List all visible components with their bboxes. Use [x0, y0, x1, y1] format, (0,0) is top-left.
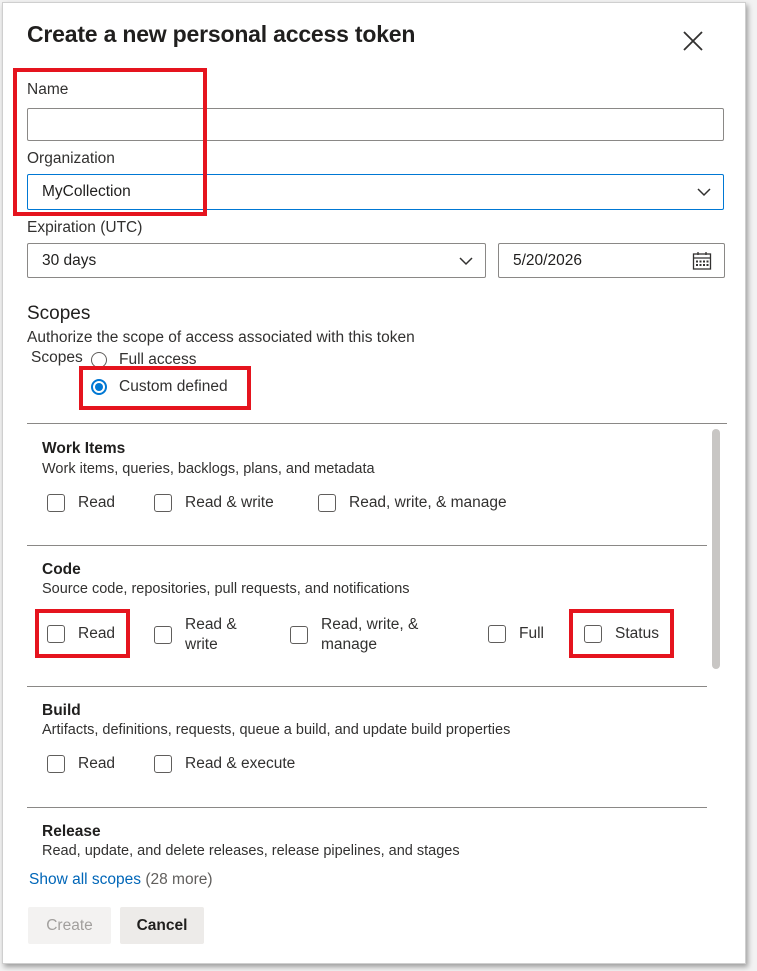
organization-value: MyCollection — [42, 183, 131, 200]
section-title: Work Items — [42, 440, 126, 457]
section-description: Source code, repositories, pull requests… — [42, 581, 410, 597]
checkbox-box[interactable] — [290, 626, 308, 644]
show-all-scopes[interactable]: Show all scopes (28 more) — [29, 871, 213, 889]
radio-full-access-button[interactable] — [91, 352, 107, 368]
checkbox-label-line: manage — [321, 636, 378, 653]
checkbox-label-line: Read & — [185, 616, 237, 633]
scopes-heading: Scopes — [27, 303, 91, 324]
scopes-list[interactable]: Work Items Work items, queries, backlogs… — [27, 423, 727, 858]
checkbox-box[interactable] — [154, 626, 172, 644]
checkbox-label: Read & write — [185, 494, 274, 511]
show-all-scopes-count: (28 more) — [145, 871, 213, 888]
checkbox-box[interactable] — [47, 755, 65, 773]
show-all-scopes-link[interactable]: Show all scopes — [29, 871, 141, 888]
section-description: Work items, queries, backlogs, plans, an… — [42, 461, 375, 477]
scrollbar-thumb[interactable] — [712, 429, 720, 669]
scope-section-code: Code Source code, repositories, pull req… — [27, 545, 707, 687]
checkbox-box[interactable] — [318, 494, 336, 512]
checkbox-label-line: write — [185, 636, 218, 653]
scope-section-release: Release Read, update, and delete release… — [27, 807, 707, 858]
checkbox-label: Read — [78, 494, 116, 511]
chevron-down-icon — [459, 256, 473, 265]
checkbox-box[interactable] — [47, 625, 65, 643]
expiration-value: 30 days — [42, 251, 97, 269]
checkbox-work-items-manage[interactable]: Read, write, & manage — [318, 494, 507, 512]
scope-section-work-items: Work Items Work items, queries, backlogs… — [27, 424, 707, 546]
checkbox-build-read[interactable]: Read — [47, 755, 115, 773]
scope-section-build: Build Artifacts, definitions, requests, … — [27, 686, 707, 808]
section-title: Build — [42, 702, 81, 719]
checkbox-box[interactable] — [47, 494, 65, 512]
expiration-label: Expiration (UTC) — [27, 219, 143, 236]
dialog-title: Create a new personal access token — [27, 21, 416, 47]
expiration-dropdown[interactable]: 30 days — [27, 243, 486, 278]
checkbox-box[interactable] — [584, 625, 602, 643]
checkbox-code-manage[interactable]: Read, write, & manage — [290, 615, 418, 655]
checkbox-label: Read — [78, 625, 116, 642]
checkbox-box[interactable] — [488, 625, 506, 643]
calendar-icon[interactable] — [692, 251, 712, 271]
checkbox-label: Read & write — [185, 615, 237, 655]
checkbox-label: Read & execute — [185, 755, 296, 772]
checkbox-work-items-read-write[interactable]: Read & write — [154, 494, 274, 512]
checkbox-label: Read, write, & manage — [321, 615, 418, 655]
organization-dropdown[interactable]: MyCollection — [27, 174, 724, 210]
checkbox-label: Read — [78, 755, 116, 772]
section-description: Artifacts, definitions, requests, queue … — [42, 722, 511, 738]
organization-label: Organization — [27, 150, 115, 167]
cancel-button[interactable]: Cancel — [120, 907, 204, 944]
expiration-date-value: 5/20/2026 — [513, 251, 582, 269]
section-description: Read, update, and delete releases, relea… — [42, 843, 460, 858]
scopes-description: Authorize the scope of access associated… — [27, 329, 415, 346]
checkbox-work-items-read[interactable]: Read — [47, 494, 115, 512]
radio-custom-defined-label: Custom defined — [119, 378, 228, 395]
checkbox-code-status[interactable]: Status — [584, 625, 659, 643]
checkbox-box[interactable] — [154, 494, 172, 512]
create-token-dialog: Create a new personal access token Name … — [2, 2, 746, 964]
checkbox-code-full[interactable]: Full — [488, 625, 544, 643]
scopes-radio-label: Scopes — [31, 349, 83, 366]
checkbox-label: Read, write, & manage — [349, 494, 507, 511]
section-title: Code — [42, 561, 81, 578]
section-title: Release — [42, 823, 101, 840]
checkbox-code-read[interactable]: Read — [47, 625, 115, 643]
radio-full-access-label: Full access — [119, 351, 197, 368]
chevron-down-icon — [697, 188, 711, 197]
radio-custom-defined-button[interactable] — [91, 379, 107, 395]
scopes-scrollbar[interactable] — [711, 427, 721, 857]
checkbox-label: Status — [615, 625, 659, 642]
checkbox-label-line: Read, write, & — [321, 616, 419, 633]
expiration-date-picker[interactable]: 5/20/2026 — [498, 243, 725, 278]
close-icon[interactable] — [681, 29, 705, 53]
name-input[interactable] — [42, 109, 723, 140]
checkbox-box[interactable] — [154, 755, 172, 773]
checkbox-build-read-execute[interactable]: Read & execute — [154, 755, 295, 773]
create-button[interactable]: Create — [28, 907, 111, 944]
checkbox-label: Full — [519, 625, 544, 642]
name-field[interactable] — [27, 108, 724, 141]
radio-full-access[interactable]: Full access — [91, 351, 197, 369]
name-label: Name — [27, 81, 69, 98]
radio-custom-defined[interactable]: Custom defined — [91, 378, 228, 396]
checkbox-code-read-write[interactable]: Read & write — [154, 615, 237, 655]
